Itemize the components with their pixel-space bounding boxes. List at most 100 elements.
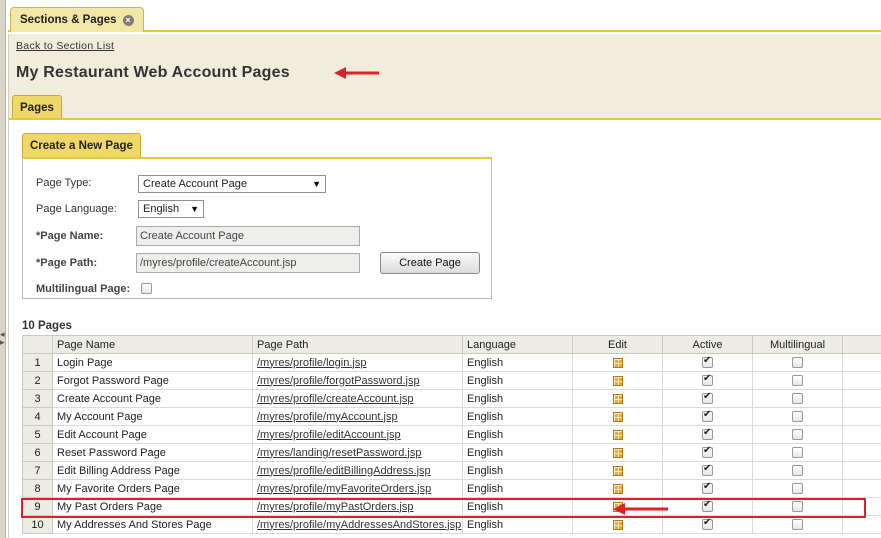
multilingual-checkbox[interactable] — [792, 429, 803, 441]
edit-cell — [572, 407, 663, 426]
page-language-label: Page Language: — [36, 203, 117, 215]
table-row[interactable]: 10 My Addresses And Stores Page/myres/pro… — [22, 515, 881, 534]
edit-icon[interactable] — [612, 375, 623, 386]
tab-create-new-page[interactable]: Create a New Page — [22, 133, 141, 157]
active-cell — [662, 515, 753, 534]
table-row[interactable]: 4 My Account Page/myres/profile/myAccount… — [22, 407, 881, 426]
active-checkbox[interactable] — [702, 355, 713, 369]
multilingual-checkbox[interactable] — [792, 501, 803, 513]
row-number: 8 — [22, 479, 53, 498]
filler-cell — [842, 515, 881, 534]
active-cell — [662, 443, 753, 462]
page-path-input[interactable]: /myres/profile/createAccount.jsp — [136, 253, 360, 273]
column-header-page-name[interactable]: Page Name — [52, 335, 253, 354]
page-path-link[interactable]: /myres/profile/login.jsp — [252, 353, 463, 372]
row-number: 7 — [22, 461, 53, 480]
edit-icon[interactable] — [612, 429, 623, 440]
page-type-value: Create Account Page — [143, 178, 247, 190]
multilingual-cell — [752, 389, 843, 408]
row-number: 4 — [22, 407, 53, 426]
multilingual-checkbox[interactable] — [792, 375, 803, 387]
active-checkbox[interactable] — [702, 481, 713, 495]
table-row[interactable]: 5 Edit Account Page/myres/profile/editAcc… — [22, 425, 881, 444]
active-checkbox[interactable] — [702, 427, 713, 441]
table-row[interactable]: 6 Reset Password Page/myres/landing/reset… — [22, 443, 881, 462]
multilingual-checkbox[interactable] — [792, 393, 803, 405]
page-name-input[interactable]: Create Account Page — [136, 226, 360, 246]
page-path-link[interactable]: /myres/profile/myAddressesAndStores.jsp — [252, 515, 463, 534]
table-row[interactable]: 8 My Favorite Orders Page/myres/profile/m… — [22, 479, 881, 498]
table-row[interactable]: 7 Edit Billing Address Page/myres/profile… — [22, 461, 881, 480]
page-path-link[interactable]: /myres/profile/myAccount.jsp — [252, 407, 463, 426]
active-cell — [662, 497, 753, 516]
language-cell: English — [462, 353, 573, 372]
close-icon[interactable]: × — [122, 14, 134, 26]
active-cell — [662, 407, 753, 426]
left-panel-splitter[interactable]: ◂ ▸ — [0, 0, 6, 538]
page-type-select[interactable]: Create Account Page ▼ — [138, 175, 326, 193]
page-path-link[interactable]: /myres/landing/resetPassword.jsp — [252, 443, 463, 462]
row-number: 3 — [22, 389, 53, 408]
table-row[interactable]: 3 Create Account Page/myres/profile/creat… — [22, 389, 881, 408]
edit-icon[interactable] — [612, 447, 623, 458]
multilingual-checkbox[interactable] — [792, 447, 803, 459]
filler-cell — [842, 371, 881, 390]
column-header-multilingual: Multilingual — [752, 335, 843, 354]
language-cell: English — [462, 407, 573, 426]
multilingual-checkbox[interactable] — [792, 411, 803, 423]
tab-pages[interactable]: Pages — [12, 95, 62, 119]
multilingual-cell — [752, 371, 843, 390]
column-header-filler — [842, 335, 881, 354]
edit-icon[interactable] — [612, 411, 623, 422]
page-path-link[interactable]: /myres/profile/createAccount.jsp — [252, 389, 463, 408]
page-type-label: Page Type: — [36, 177, 92, 189]
tab-label: Create a New Page — [30, 139, 133, 152]
multilingual-checkbox[interactable] — [792, 483, 803, 495]
active-checkbox[interactable] — [702, 391, 713, 405]
edit-icon[interactable] — [612, 357, 623, 368]
multilingual-checkbox[interactable] — [792, 465, 803, 477]
column-header-language[interactable]: Language — [462, 335, 573, 354]
page-path-link[interactable]: /myres/profile/editAccount.jsp — [252, 425, 463, 444]
edit-cell — [572, 371, 663, 390]
active-checkbox[interactable] — [702, 409, 713, 423]
edit-cell — [572, 389, 663, 408]
active-checkbox[interactable] — [702, 499, 713, 513]
tab-label: Pages — [20, 101, 54, 114]
header-panel: Back to Section List My Restaurant Web A… — [8, 34, 881, 119]
table-row[interactable]: 2 Forgot Password Page/myres/profile/forg… — [22, 371, 881, 390]
tab-sections-pages[interactable]: Sections & Pages × — [10, 7, 144, 32]
active-checkbox[interactable] — [702, 445, 713, 459]
column-header-page-path[interactable]: Page Path — [252, 335, 463, 354]
multilingual-cell — [752, 515, 843, 534]
splitter-grip-icon[interactable]: ◂ ▸ — [0, 330, 5, 347]
column-header-num — [22, 335, 53, 354]
page-language-select[interactable]: English ▼ — [138, 200, 204, 218]
edit-icon[interactable] — [612, 393, 623, 404]
page-name-cell: My Past Orders Page — [52, 497, 253, 516]
back-to-section-list-link[interactable]: Back to Section List — [16, 40, 114, 52]
multilingual-page-checkbox[interactable] — [141, 283, 152, 294]
page-path-link[interactable]: /myres/profile/editBillingAddress.jsp — [252, 461, 463, 480]
edit-icon[interactable] — [612, 519, 623, 530]
table-row[interactable]: 9 My Past Orders Page/myres/profile/myPas… — [22, 497, 881, 516]
page-path-link[interactable]: /myres/profile/myFavoriteOrders.jsp — [252, 479, 463, 498]
dropdown-arrow-icon: ▼ — [312, 179, 321, 189]
multilingual-checkbox[interactable] — [792, 357, 803, 369]
table-row[interactable]: 1 Login Page/myres/profile/login.jsp Engli… — [22, 353, 881, 372]
edit-cell — [572, 479, 663, 498]
active-cell — [662, 425, 753, 444]
page-path-link[interactable]: /myres/profile/myPastOrders.jsp — [252, 497, 463, 516]
page-path-link[interactable]: /myres/profile/forgotPassword.jsp — [252, 371, 463, 390]
outer-tab-bar: Sections & Pages × — [8, 0, 881, 32]
language-cell: English — [462, 515, 573, 534]
active-checkbox[interactable] — [702, 373, 713, 387]
page-title: My Restaurant Web Account Pages — [16, 64, 290, 81]
edit-icon[interactable] — [612, 483, 623, 494]
active-checkbox[interactable] — [702, 517, 713, 531]
language-cell: English — [462, 461, 573, 480]
multilingual-checkbox[interactable] — [792, 519, 803, 531]
active-checkbox[interactable] — [702, 463, 713, 477]
create-page-button[interactable]: Create Page — [380, 252, 480, 274]
edit-icon[interactable] — [612, 465, 623, 476]
